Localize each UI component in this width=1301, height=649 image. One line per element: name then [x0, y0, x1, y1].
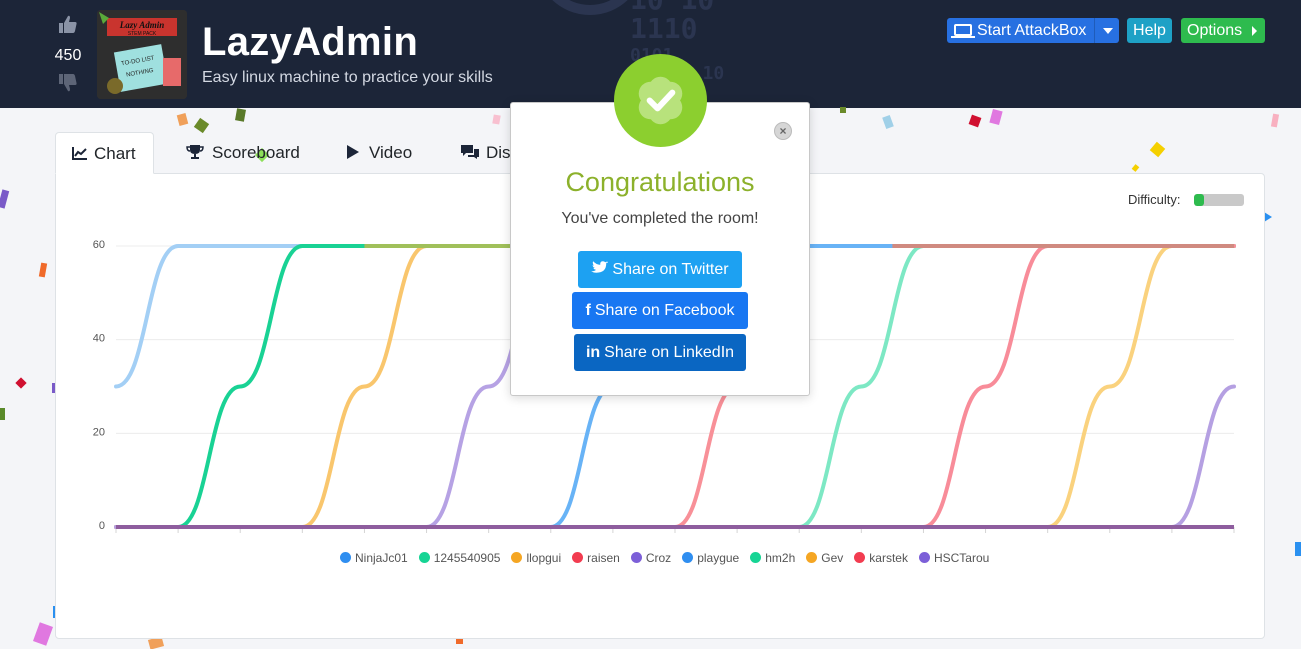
legend-label: 1245540905 — [433, 551, 501, 565]
legend-swatch — [418, 552, 430, 563]
legend-item[interactable]: playgue — [682, 551, 739, 565]
modal-message: You've completed the room! — [561, 210, 759, 227]
legend-item[interactable]: raisen — [572, 551, 620, 565]
legend-swatch — [806, 552, 818, 563]
legend-label: karstek — [869, 551, 908, 565]
legend-label: hm2h — [765, 551, 796, 565]
legend-label: raisen — [587, 551, 620, 565]
share-twitter-label: Share on Twitter — [612, 261, 729, 278]
legend-swatch — [511, 552, 523, 563]
check-badge-icon — [613, 53, 708, 148]
legend-label: Gev — [821, 551, 844, 565]
legend-item[interactable]: NinjaJc01 — [340, 551, 408, 565]
legend-label: NinjaJc01 — [355, 551, 408, 565]
legend-label: HSCTarou — [933, 551, 990, 565]
share-linkedin-button[interactable]: in Share on LinkedIn — [574, 334, 746, 371]
legend-item[interactable]: karstek — [854, 551, 908, 565]
legend-swatch — [750, 552, 762, 563]
legend-swatch — [682, 552, 694, 563]
legend-item[interactable]: Gev — [806, 551, 843, 565]
modal-title: Congratulations — [565, 167, 755, 197]
linkedin-icon: in — [585, 344, 601, 361]
legend-swatch — [572, 552, 584, 563]
chart-y-axis: 0 20 40 60 — [93, 239, 105, 532]
y-tick-label: 0 — [99, 520, 105, 532]
legend-item[interactable]: llopgui — [511, 551, 561, 565]
y-tick-label: 20 — [93, 426, 105, 438]
share-facebook-label: Share on Facebook — [594, 302, 735, 319]
share-facebook-button[interactable]: f Share on Facebook — [572, 292, 748, 329]
legend-swatch — [918, 552, 930, 563]
chart-legend: NinjaJc01 1245540905 llopgui raisen Croz play… — [340, 551, 1000, 567]
legend-item[interactable]: Croz — [630, 551, 672, 565]
legend-swatch — [854, 552, 866, 563]
legend-swatch — [630, 552, 642, 563]
y-tick-label: 40 — [93, 333, 105, 345]
legend-item[interactable]: 1245540905 — [418, 551, 501, 565]
legend-swatch — [340, 552, 351, 563]
close-icon[interactable]: × — [774, 122, 792, 140]
legend-item[interactable]: hm2h — [750, 551, 795, 565]
facebook-icon: f — [585, 302, 591, 319]
twitter-icon — [591, 261, 609, 273]
share-linkedin-label: Share on LinkedIn — [604, 344, 735, 361]
legend-item[interactable]: HSCTarou — [918, 551, 990, 565]
legend-label: playgue — [697, 551, 740, 565]
legend-label: Croz — [645, 551, 672, 565]
y-tick-label: 60 — [93, 239, 105, 251]
legend-label: llopgui — [526, 551, 562, 565]
share-twitter-button[interactable]: Share on Twitter — [578, 251, 742, 288]
